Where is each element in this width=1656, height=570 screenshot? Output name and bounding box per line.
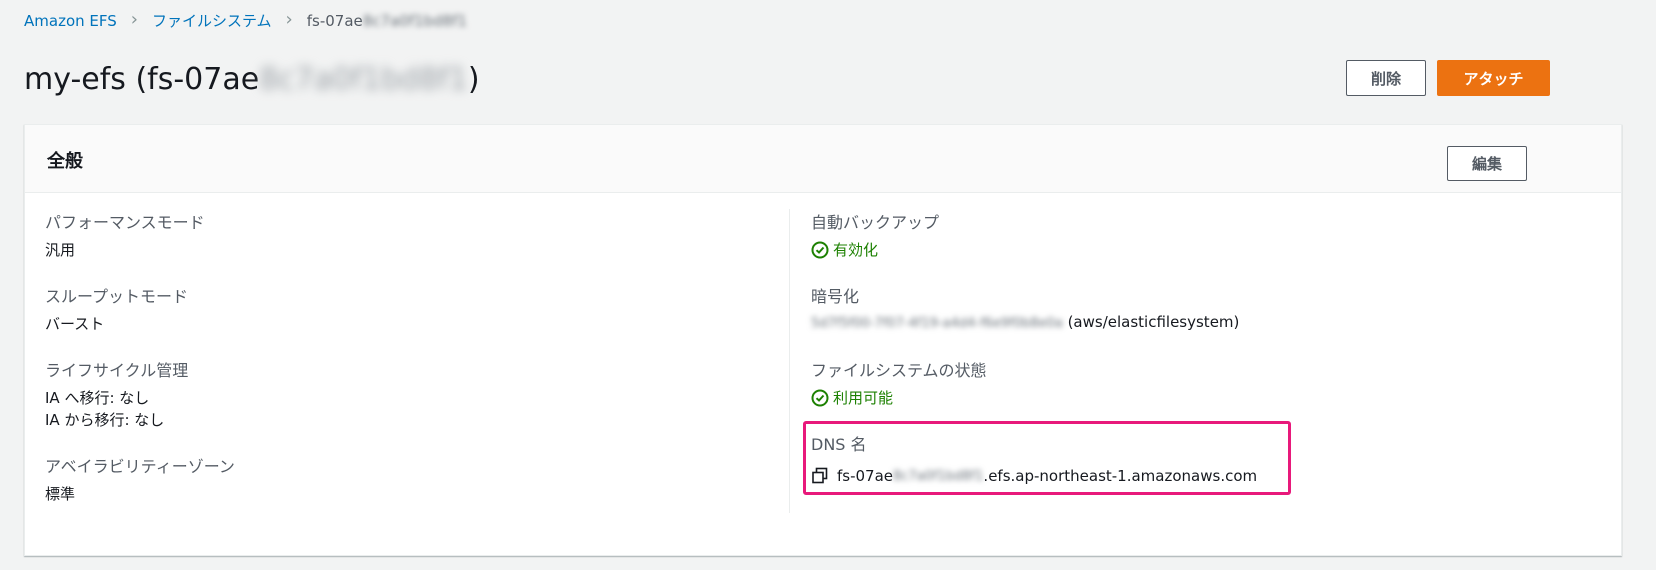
- throughput-mode-label: スループットモード: [45, 287, 189, 306]
- breadcrumb-current-prefix: fs-07ae: [306, 11, 363, 30]
- encryption-value: 5d7f5f00-7f07-4f19-a4d4-f6e9f0b8e0a (aws…: [811, 313, 1239, 331]
- breadcrumb: Amazon EFS › ファイルシステム › fs-07ae8c7a0f1bd…: [24, 9, 467, 31]
- auto-backup-status: 有効化: [811, 239, 939, 260]
- encryption-key-redacted: 5d7f5f00-7f07-4f19-a4d4-f6e9f0b8e0a: [811, 316, 1063, 331]
- lifecycle-to-ia: IA へ移行: なし: [45, 389, 150, 407]
- dns-highlight-box: [803, 421, 1291, 495]
- auto-backup: 自動バックアップ 有効化: [811, 209, 939, 260]
- availability-zone-label: アベイラビリティーゾーン: [45, 457, 235, 476]
- page-title-prefix: my-efs (fs-07ae: [24, 62, 260, 97]
- file-system-state-label: ファイルシステムの状態: [811, 361, 987, 380]
- availability-zone-value: 標準: [45, 485, 76, 503]
- check-circle-icon: [811, 241, 829, 258]
- chevron-right-icon: ›: [285, 9, 293, 30]
- performance-mode-value: 汎用: [45, 241, 76, 259]
- breadcrumb-current-redacted: 8c7a0f1bd8f1: [362, 11, 468, 30]
- column-divider: [789, 209, 790, 513]
- attach-button[interactable]: アタッチ: [1437, 60, 1550, 96]
- edit-button[interactable]: 編集: [1447, 146, 1527, 181]
- check-circle-icon: [811, 389, 829, 406]
- file-system-state-status: 利用可能: [811, 387, 987, 408]
- delete-button[interactable]: 削除: [1346, 60, 1426, 96]
- lifecycle-from-ia: IA から移行: なし: [45, 411, 165, 429]
- general-panel: 全般 編集 パフォーマンスモード 汎用 スループットモード バースト ライフサイ…: [24, 124, 1622, 556]
- general-panel-header: 全般 編集: [25, 125, 1621, 193]
- performance-mode: パフォーマンスモード 汎用: [45, 209, 205, 260]
- auto-backup-value: 有効化: [833, 241, 879, 259]
- file-system-state: ファイルシステムの状態 利用可能: [811, 357, 987, 408]
- encryption-label: 暗号化: [811, 287, 860, 306]
- chevron-right-icon: ›: [130, 9, 138, 30]
- throughput-mode-value: バースト: [45, 315, 105, 333]
- auto-backup-label: 自動バックアップ: [811, 213, 940, 232]
- page-title-redacted: 8c7a0f1bd8f1: [259, 62, 468, 97]
- encryption-key-alias: (aws/elasticfilesystem): [1067, 313, 1240, 331]
- lifecycle-management: ライフサイクル管理 IA へ移行: なし IA から移行: なし: [45, 357, 188, 431]
- performance-mode-label: パフォーマンスモード: [45, 213, 205, 232]
- file-system-state-value: 利用可能: [833, 389, 894, 407]
- page-title: my-efs (fs-07ae 8c7a0f1bd8f1): [24, 62, 480, 97]
- breadcrumb-file-systems[interactable]: ファイルシステム: [152, 10, 272, 31]
- lifecycle-label: ライフサイクル管理: [45, 361, 189, 380]
- general-section-title: 全般: [47, 151, 83, 172]
- availability-zone: アベイラビリティーゾーン 標準: [45, 453, 235, 504]
- breadcrumb-amazon-efs[interactable]: Amazon EFS: [24, 12, 117, 30]
- encryption: 暗号化 5d7f5f00-7f07-4f19-a4d4-f6e9f0b8e0a …: [811, 283, 1239, 331]
- throughput-mode: スループットモード バースト: [45, 283, 188, 334]
- page-title-suffix: ): [467, 62, 480, 97]
- breadcrumb-current: fs-07ae8c7a0f1bd8f1: [307, 12, 467, 30]
